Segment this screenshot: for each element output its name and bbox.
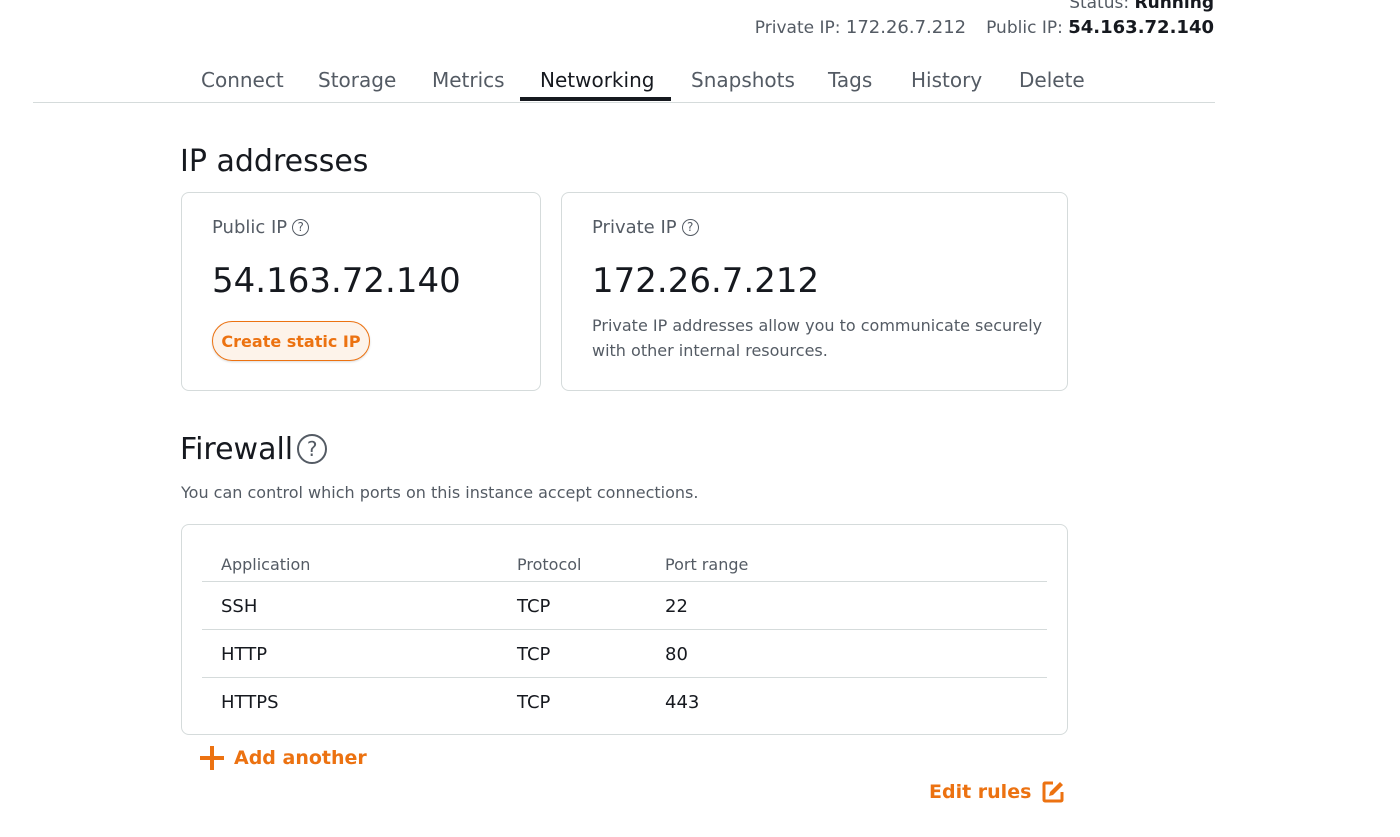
- edit-rules-link[interactable]: Edit rules: [929, 778, 1065, 806]
- tab-snapshots[interactable]: Snapshots: [691, 68, 795, 92]
- tab-delete[interactable]: Delete: [1019, 68, 1085, 92]
- help-icon[interactable]: ?: [681, 219, 699, 236]
- add-another-label: Add another: [234, 747, 367, 769]
- cell-protocol: TCP: [517, 596, 551, 617]
- header-private-ip-value: 172.26.7.212: [845, 17, 967, 38]
- header-public-ip: Public IP: 54.163.72.140: [986, 17, 1214, 38]
- table-header: Application Protocol Port range: [202, 533, 1047, 581]
- active-tab-indicator: [520, 97, 671, 101]
- public-ip-label: Public IP: [212, 217, 288, 238]
- cell-application: HTTP: [221, 644, 268, 665]
- table-row: HTTPS TCP 443: [202, 677, 1047, 725]
- firewall-description: You can control which ports on this inst…: [181, 483, 699, 502]
- public-ip-value: 54.163.72.140: [212, 261, 461, 301]
- header-public-ip-value: 54.163.72.140: [1068, 17, 1214, 38]
- cell-protocol: TCP: [517, 692, 551, 713]
- ip-addresses-title: IP addresses: [180, 144, 369, 179]
- firewall-rules-table: Application Protocol Port range SSH TCP …: [181, 524, 1068, 735]
- help-icon[interactable]: ?: [292, 219, 310, 236]
- private-ip-description: Private IP addresses allow you to commun…: [592, 316, 1043, 360]
- status-value: Running: [1134, 0, 1215, 13]
- header-ip-summary: Private IP: 172.26.7.212 Public IP: 54.1…: [755, 17, 1214, 38]
- create-static-ip-button[interactable]: Create static IP: [212, 321, 370, 361]
- tab-storage[interactable]: Storage: [318, 68, 396, 92]
- public-ip-card: Public IP? 54.163.72.140 Create static I…: [181, 192, 541, 391]
- firewall-title: Firewall: [180, 432, 294, 467]
- add-another-rule-link[interactable]: Add another: [200, 744, 367, 772]
- header-private-ip: Private IP: 172.26.7.212: [755, 17, 966, 38]
- column-header-port-range: Port range: [665, 555, 749, 574]
- tab-networking[interactable]: Networking: [540, 68, 654, 92]
- cell-port-range: 443: [665, 692, 700, 713]
- column-header-application: Application: [221, 555, 311, 574]
- plus-icon: [200, 746, 224, 770]
- cell-port-range: 80: [665, 644, 688, 665]
- cell-application: HTTPS: [221, 692, 279, 713]
- tab-metrics[interactable]: Metrics: [432, 68, 505, 92]
- tab-history[interactable]: History: [911, 68, 982, 92]
- table-row: HTTP TCP 80: [202, 629, 1047, 677]
- status-label: Status:: [1069, 0, 1130, 13]
- tab-tags[interactable]: Tags: [828, 68, 872, 92]
- cell-protocol: TCP: [517, 644, 551, 665]
- private-ip-card: Private IP? 172.26.7.212 Private IP addr…: [561, 192, 1068, 391]
- private-ip-value: 172.26.7.212: [592, 261, 820, 301]
- private-ip-label: Private IP: [592, 217, 677, 238]
- public-ip-label-row: Public IP?: [212, 217, 310, 238]
- help-icon[interactable]: ?: [297, 434, 328, 464]
- table-row: SSH TCP 22: [202, 581, 1047, 629]
- column-header-protocol: Protocol: [517, 555, 582, 574]
- instance-status: Status: Running: [1069, 0, 1214, 13]
- tab-connect[interactable]: Connect: [201, 68, 284, 92]
- edit-rules-label: Edit rules: [929, 781, 1032, 803]
- cell-application: SSH: [221, 596, 258, 617]
- private-ip-label-row: Private IP?: [592, 217, 699, 238]
- header-private-ip-label: Private IP:: [754, 18, 841, 38]
- instance-tabs: Connect Storage Metrics Networking Snaps…: [33, 60, 1215, 103]
- cell-port-range: 22: [665, 596, 688, 617]
- edit-icon: [1042, 781, 1064, 803]
- firewall-title-row: Firewall?: [180, 432, 328, 467]
- header-public-ip-label: Public IP:: [986, 18, 1063, 38]
